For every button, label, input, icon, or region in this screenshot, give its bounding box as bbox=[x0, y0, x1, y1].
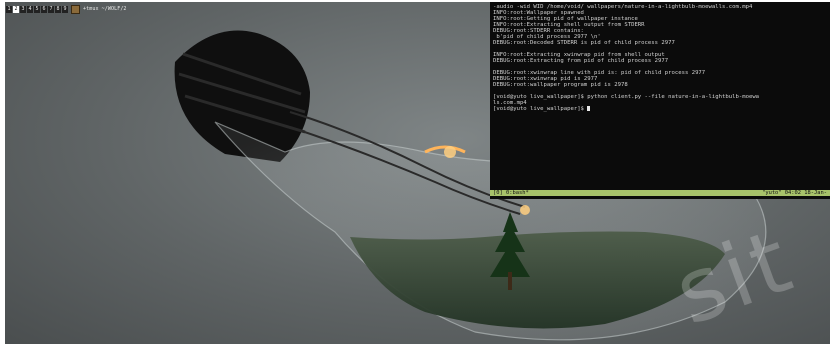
tmux-status-bar: [0] 0:bash* "yuto" 04:02 18-Jan- bbox=[490, 190, 830, 196]
workspace-9-button[interactable]: 9 bbox=[62, 5, 68, 13]
tmux-host-time: "yuto" 04:02 18-Jan- bbox=[762, 190, 827, 196]
terminal-prompt-line[interactable]: [void@yuto live_wallpaper]$ bbox=[493, 106, 830, 112]
workspace-5-button[interactable]: 5 bbox=[34, 5, 40, 13]
tmux-session-label: [0] 0:bash* bbox=[493, 190, 529, 196]
terminal-window[interactable]: -audio -wid WID /home/void/ wallpapers/n… bbox=[490, 2, 830, 199]
terminal-prompt: [void@yuto live_wallpaper]$ bbox=[493, 106, 588, 112]
workspace-6-button[interactable]: 6 bbox=[41, 5, 47, 13]
desktop-screen: 1 2 3 4 5 6 7 8 9 +tmux ~/WOLF/2 -audio … bbox=[0, 0, 833, 349]
workspace-1-button[interactable]: 1 bbox=[6, 5, 12, 13]
terminal-app-icon bbox=[71, 4, 80, 14]
workspace-3-button[interactable]: 3 bbox=[20, 5, 26, 13]
terminal-cursor bbox=[587, 106, 591, 111]
workspace-2-button[interactable]: 2 bbox=[13, 5, 19, 13]
window-manager-bar: 1 2 3 4 5 6 7 8 9 +tmux ~/WOLF/2 bbox=[6, 4, 127, 14]
window-title: +tmux ~/WOLF/2 bbox=[83, 6, 127, 12]
workspace-8-button[interactable]: 8 bbox=[55, 5, 61, 13]
workspace-4-button[interactable]: 4 bbox=[27, 5, 33, 13]
workspace-7-button[interactable]: 7 bbox=[48, 5, 54, 13]
